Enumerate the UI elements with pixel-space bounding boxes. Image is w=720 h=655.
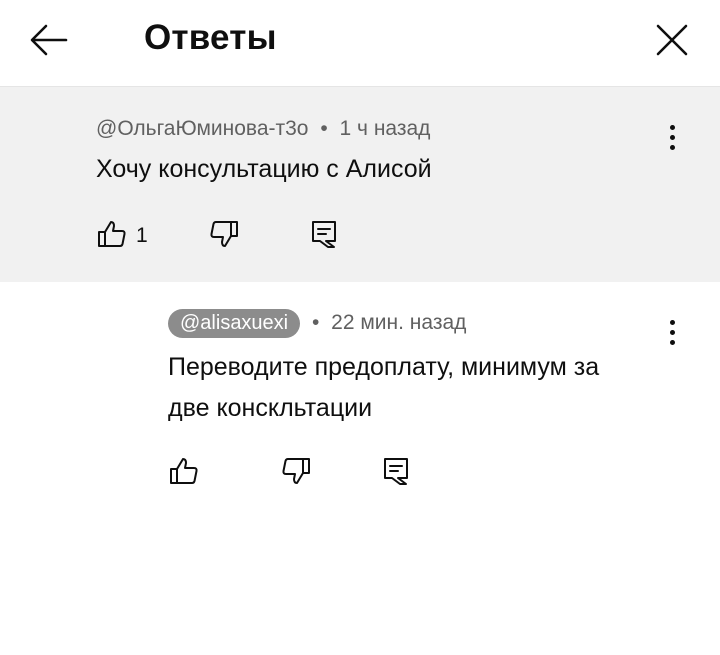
close-icon	[656, 24, 688, 56]
arrow-left-icon	[30, 24, 68, 56]
reply-author-chip[interactable]: @alisaxuexi	[168, 309, 301, 338]
more-options-icon[interactable]	[660, 122, 684, 154]
thumbs-down-icon	[210, 221, 238, 247]
reply-button[interactable]	[380, 455, 412, 487]
thumbs-down-icon	[282, 458, 310, 484]
like-button[interactable]	[168, 455, 200, 487]
thumbs-up-icon	[170, 458, 198, 484]
close-button[interactable]	[652, 20, 692, 60]
reply-icon	[384, 458, 408, 485]
dislike-button[interactable]	[208, 218, 240, 250]
comment-time: 1 ч назад	[339, 117, 431, 140]
more-options-icon[interactable]	[660, 317, 684, 349]
reply-text-line-2: две конскльтации	[168, 394, 373, 422]
dislike-button[interactable]	[280, 455, 312, 487]
reply-time: 22 мин. назад	[331, 311, 467, 334]
meta-separator: •	[311, 311, 320, 334]
comment-meta: @ОльгаЮминова-т3о • 1 ч назад	[96, 117, 430, 141]
meta-separator: •	[320, 117, 328, 140]
header: Ответы	[0, 0, 720, 87]
parent-comment: @ОльгаЮминова-т3о • 1 ч назад Хочу консу…	[0, 87, 720, 282]
thumbs-up-icon	[98, 221, 126, 247]
reply-meta: @alisaxuexi • 22 мин. назад	[168, 309, 466, 338]
reply-button[interactable]	[308, 218, 340, 250]
like-button[interactable]	[96, 218, 128, 250]
like-count: 1	[136, 224, 148, 247]
page-title: Ответы	[144, 18, 277, 57]
reply-text-line-1: Переводите предоплату, минимум за	[168, 353, 600, 381]
reply-icon	[312, 221, 336, 248]
comment-author[interactable]: @ОльгаЮминова-т3о	[96, 117, 308, 140]
comment-text: Хочу консультацию с Алисой	[96, 155, 432, 183]
back-button[interactable]	[26, 20, 70, 60]
